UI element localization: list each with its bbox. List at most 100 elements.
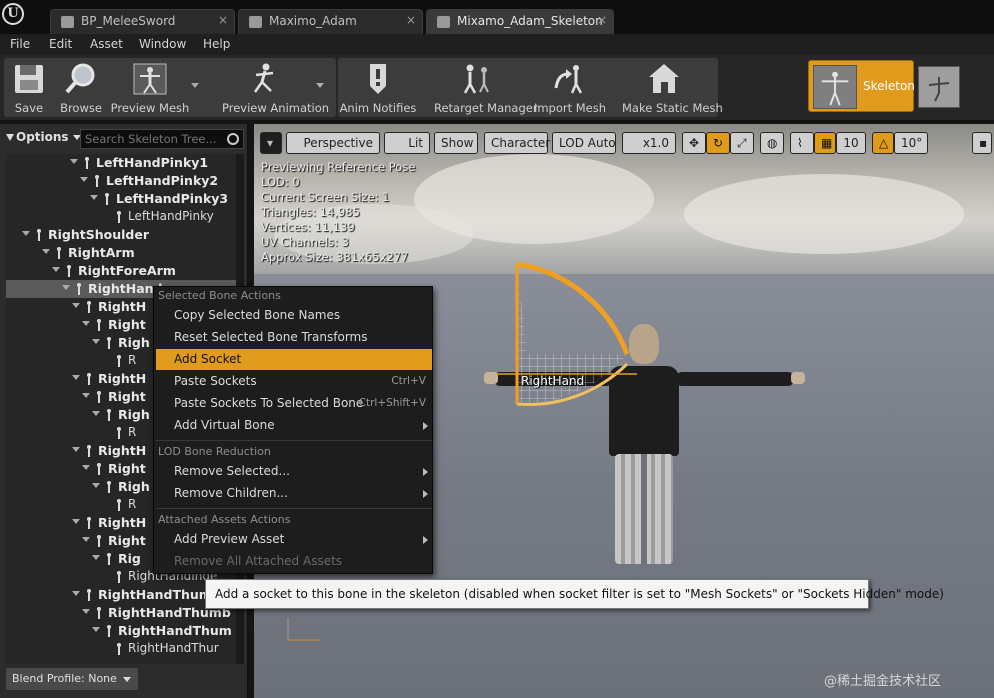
expand-arrow-icon[interactable] (80, 177, 88, 182)
menu-asset[interactable]: Asset (90, 37, 123, 51)
close-tab-icon[interactable]: × (406, 13, 416, 27)
menu-help[interactable]: Help (203, 37, 230, 51)
bone-row[interactable]: RightHandThumb (6, 604, 236, 622)
rotation-snap-angle-button[interactable]: 10° (894, 132, 928, 154)
preview-animation-button[interactable]: Preview Animation (222, 58, 329, 117)
surface-snap-icon[interactable]: ⌇ (790, 132, 814, 154)
preview-mesh-dropdown-icon[interactable] (191, 83, 199, 88)
retarget-manager-button[interactable]: Retarget Manager (434, 58, 538, 117)
scale-tool-icon[interactable]: ⤢ (730, 132, 754, 154)
expand-arrow-icon[interactable] (92, 627, 100, 632)
playback-speed-button[interactable]: x1.0 (622, 132, 676, 154)
remove-children-item[interactable]: Remove Children... (156, 483, 432, 504)
add-socket-item[interactable]: Add Socket (156, 349, 432, 370)
paste-sockets-to-selected-bone-item[interactable]: Paste Sockets To Selected Bone Ctrl+Shift… (156, 393, 432, 414)
close-tab-icon[interactable]: × (597, 13, 607, 27)
search-icon (227, 133, 239, 145)
tab-maximo-adam[interactable]: Maximo_Adam × (238, 9, 423, 34)
animation-mode-button[interactable] (918, 66, 960, 108)
options-button[interactable]: Options (6, 130, 81, 144)
viewport-options-button[interactable]: ▾ (260, 132, 282, 154)
bone-row[interactable]: RightHandThur (6, 640, 236, 658)
expand-arrow-icon[interactable] (62, 285, 70, 290)
perspective-button[interactable]: Perspective (286, 132, 380, 154)
add-preview-asset-item[interactable]: Add Preview Asset (156, 529, 432, 550)
expand-arrow-icon[interactable] (82, 321, 90, 326)
preview-mesh-button[interactable]: Preview Mesh (111, 58, 189, 117)
expand-arrow-icon[interactable] (90, 195, 98, 200)
preview-animation-dropdown-icon[interactable] (316, 83, 324, 88)
translate-tool-icon[interactable]: ✥ (682, 132, 706, 154)
bone-icon (104, 625, 114, 637)
expand-arrow-icon[interactable] (92, 555, 100, 560)
search-input[interactable] (85, 132, 225, 146)
copy-selected-bone-names-item[interactable]: Copy Selected Bone Names (156, 305, 432, 326)
expand-arrow-icon[interactable] (92, 339, 100, 344)
expand-arrow-icon[interactable] (72, 519, 80, 524)
remove-selected-item[interactable]: Remove Selected... (156, 461, 432, 482)
expand-arrow-icon[interactable] (82, 465, 90, 470)
expand-arrow-icon[interactable] (92, 411, 100, 416)
expand-arrow-icon[interactable] (82, 609, 90, 614)
skeleton-mode-label: Skeleton (863, 79, 915, 93)
animation-thumbnail-icon (919, 67, 959, 107)
show-button[interactable]: Show (434, 132, 478, 154)
skeleton-mode-button[interactable]: Skeleton (808, 60, 915, 112)
bone-row[interactable]: RightForeArm (6, 262, 236, 280)
tab-bp-melee-sword[interactable]: BP_MeleeSword × (50, 9, 235, 34)
close-tab-icon[interactable]: × (218, 13, 228, 27)
tab-mixamo-adam-skeleton[interactable]: Mixamo_Adam_Skeleton × (426, 9, 614, 34)
search-skeleton-tree[interactable] (80, 129, 244, 149)
anim-notifies-button[interactable]: Anim Notifies (340, 58, 416, 117)
bone-icon (82, 157, 92, 169)
tab-label: Maximo_Adam (269, 14, 357, 28)
expand-arrow-icon[interactable] (72, 375, 80, 380)
tab-label: Mixamo_Adam_Skeleton (457, 14, 603, 28)
maximize-viewport-icon[interactable]: ▪ (972, 132, 992, 154)
menu-edit[interactable]: Edit (49, 37, 72, 51)
expand-arrow-icon[interactable] (52, 267, 60, 272)
lit-button[interactable]: Lit (384, 132, 430, 154)
add-virtual-bone-item[interactable]: Add Virtual Bone (156, 415, 432, 436)
bone-name: RightHand (88, 281, 163, 296)
bone-row[interactable]: LeftHandPinky3 (6, 190, 236, 208)
grid-snap-icon[interactable]: ▦ (814, 132, 836, 154)
rotate-tool-icon[interactable]: ↻ (706, 132, 730, 154)
blend-profile-dropdown[interactable]: Blend Profile: None (6, 668, 138, 690)
expand-arrow-icon[interactable] (72, 303, 80, 308)
expand-arrow-icon[interactable] (92, 483, 100, 488)
character-button[interactable]: Character (484, 132, 550, 154)
bone-row[interactable]: RightHandThum (6, 586, 236, 604)
paste-sockets-item[interactable]: Paste Sockets Ctrl+V (156, 371, 432, 392)
browse-button[interactable]: Browse (60, 58, 102, 117)
bone-name: Right (108, 533, 146, 548)
expand-arrow-icon[interactable] (70, 159, 78, 164)
expand-arrow-icon[interactable] (72, 591, 80, 596)
make-static-mesh-button[interactable]: Make Static Mesh (622, 58, 723, 117)
import-mesh-button[interactable]: Import Mesh (534, 58, 606, 117)
bone-icon (34, 229, 44, 241)
menu-file[interactable]: File (10, 37, 30, 51)
bone-row[interactable]: LeftHandPinky1 (6, 154, 236, 172)
bone-row[interactable]: LeftHandPinky2 (6, 172, 236, 190)
bone-row[interactable]: RightShoulder (6, 226, 236, 244)
bone-icon (64, 265, 74, 277)
bone-row[interactable]: RightHandThum (6, 622, 236, 640)
bone-row[interactable]: LeftHandPinky (6, 208, 236, 226)
world-local-icon[interactable]: ◍ (760, 132, 784, 154)
expand-arrow-icon[interactable] (42, 249, 50, 254)
expand-arrow-icon[interactable] (82, 537, 90, 542)
menu-window[interactable]: Window (139, 37, 186, 51)
grid-size-button[interactable]: 10 (836, 132, 866, 154)
bone-row[interactable]: RightArm (6, 244, 236, 262)
rotation-snap-icon[interactable]: △ (872, 132, 894, 154)
expand-arrow-icon[interactable] (72, 447, 80, 452)
lod-auto-button[interactable]: LOD Auto (552, 132, 616, 154)
rotation-gizmo[interactable] (497, 254, 637, 414)
filter-icon (6, 134, 14, 141)
menu-separator (156, 440, 432, 441)
remove-all-attached-assets-item: Remove All Attached Assets (174, 554, 343, 568)
expand-arrow-icon[interactable] (82, 393, 90, 398)
expand-arrow-icon[interactable] (22, 231, 30, 236)
reset-selected-bone-transforms-item[interactable]: Reset Selected Bone Transforms (156, 327, 432, 348)
